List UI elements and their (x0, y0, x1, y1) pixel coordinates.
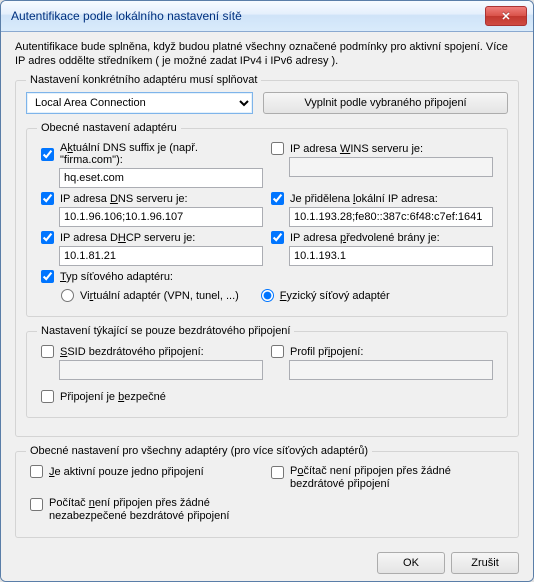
intro-text: Autentifikace bude splněna, když budou p… (15, 40, 519, 68)
adapter-specific-legend: Nastavení konkrétního adaptéru musí splň… (26, 74, 261, 86)
gateway-ip-checkbox[interactable] (271, 231, 284, 244)
adapter-type-checkbox[interactable] (41, 270, 54, 283)
wireless-group: Nastavení týkající se pouze bezdrátového… (26, 325, 508, 418)
dns-suffix-input[interactable] (59, 168, 263, 188)
dns-ip-label[interactable]: IP adresa DNS serveru je: (60, 193, 188, 205)
dialog-window: Autentifikace podle lokálního nastavení … (0, 0, 534, 582)
dns-ip-input[interactable] (59, 207, 263, 227)
connection-combo-wrap: Local Area Connection (26, 92, 253, 114)
ssid-label[interactable]: SSID bezdrátového připojení: (60, 346, 204, 358)
secure-conn-checkbox[interactable] (41, 390, 54, 403)
all-adapters-legend: Obecné nastavení pro všechny adaptéry (p… (26, 445, 372, 457)
all-adapters-group: Obecné nastavení pro všechny adaptéry (p… (15, 445, 519, 538)
no-unsecured-wireless-checkbox[interactable] (30, 498, 43, 511)
wireless-legend: Nastavení týkající se pouze bezdrátového… (37, 325, 294, 337)
no-wireless-checkbox[interactable] (271, 466, 284, 479)
wins-ip-label[interactable]: IP adresa WINS serveru je: (290, 143, 423, 155)
dhcp-ip-checkbox[interactable] (41, 231, 54, 244)
titlebar[interactable]: Autentifikace podle lokálního nastavení … (1, 1, 533, 32)
no-unsecured-wireless-label[interactable]: Počítač není připojen přes žádné nezabez… (49, 497, 263, 523)
physical-adapter-label[interactable]: Fyzický síťový adaptér (280, 290, 390, 302)
local-ip-input[interactable] (289, 207, 493, 227)
cancel-button[interactable]: Zrušit (451, 552, 519, 574)
one-active-checkbox[interactable] (30, 465, 43, 478)
adapter-type-label[interactable]: Typ síťového adaptéru: (60, 271, 173, 283)
fill-from-connection-button[interactable]: Vyplnit podle vybraného připojení (263, 92, 508, 114)
content-area: Autentifikace bude splněna, když budou p… (1, 32, 533, 582)
connection-combo[interactable]: Local Area Connection (26, 92, 253, 114)
dns-ip-checkbox[interactable] (41, 192, 54, 205)
ok-button[interactable]: OK (377, 552, 445, 574)
adapter-specific-group: Nastavení konkrétního adaptéru musí splň… (15, 74, 519, 437)
profile-input (289, 360, 493, 380)
virtual-adapter-radio[interactable] (61, 289, 74, 302)
window-title: Autentifikace podle lokálního nastavení … (11, 9, 485, 23)
one-active-label[interactable]: Je aktivní pouze jedno připojení (49, 466, 204, 478)
close-button[interactable]: ✕ (485, 6, 527, 26)
general-adapter-group: Obecné nastavení adaptéru Aktuální DNS s… (26, 122, 508, 317)
close-icon: ✕ (501, 10, 510, 23)
dns-suffix-checkbox[interactable] (41, 148, 54, 161)
dhcp-ip-label[interactable]: IP adresa DHCP serveru je: (60, 232, 195, 244)
ssid-input (59, 360, 263, 380)
ssid-checkbox[interactable] (41, 345, 54, 358)
gateway-ip-input[interactable] (289, 246, 493, 266)
dns-suffix-label[interactable]: Aktuální DNS suffix je (např. "firma.com… (60, 142, 263, 166)
local-ip-label[interactable]: Je přidělena lokální IP adresa: (290, 193, 438, 205)
no-wireless-label[interactable]: Počítač není připojen přes žádné bezdrát… (290, 465, 504, 491)
button-bar: OK Zrušit (15, 546, 519, 574)
secure-conn-label[interactable]: Připojení je bezpečné (60, 391, 166, 403)
dhcp-ip-input[interactable] (59, 246, 263, 266)
wins-ip-checkbox[interactable] (271, 142, 284, 155)
gateway-ip-label[interactable]: IP adresa předvolené brány je: (290, 232, 440, 244)
wins-ip-input (289, 157, 493, 177)
profile-checkbox[interactable] (271, 345, 284, 358)
virtual-adapter-label[interactable]: Virtuální adaptér (VPN, tunel, ...) (80, 290, 239, 302)
physical-adapter-radio[interactable] (261, 289, 274, 302)
general-adapter-legend: Obecné nastavení adaptéru (37, 122, 181, 134)
local-ip-checkbox[interactable] (271, 192, 284, 205)
profile-label[interactable]: Profil připojení: (290, 346, 363, 358)
